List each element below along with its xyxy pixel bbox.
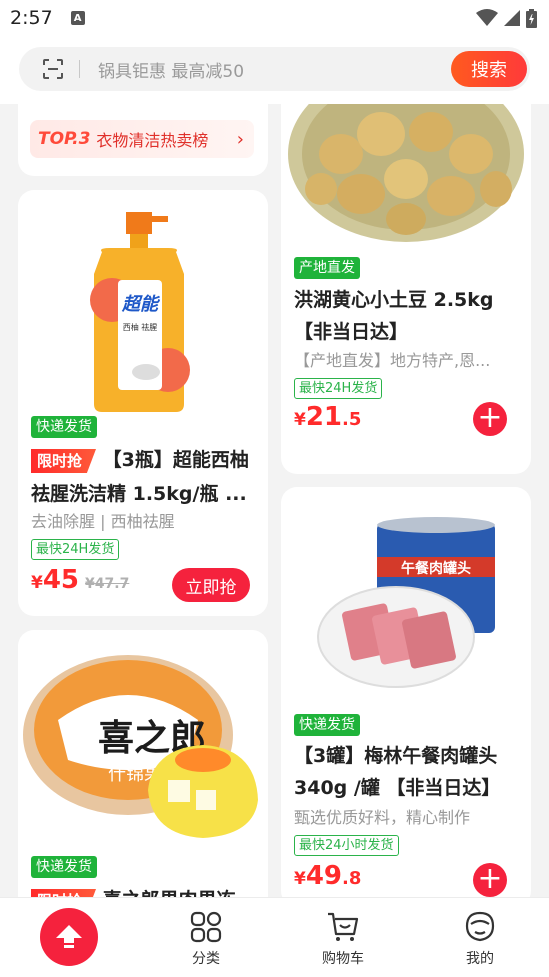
category-icon bbox=[190, 911, 222, 943]
price-currency: ¥ bbox=[294, 410, 306, 430]
product-card-dish-soap[interactable]: 超能 西柚 祛腥 快递发货 限时抢 【3瓶】超能西柚 祛腥洗洁精 1.5kg/瓶… bbox=[18, 190, 268, 616]
ranking-card[interactable]: TOP.3 衣物清洁热卖榜 › bbox=[18, 104, 268, 176]
package-text: 西柚 祛腥 bbox=[123, 322, 158, 332]
search-input[interactable]: 锅具钜惠 最高减50 bbox=[98, 57, 451, 82]
bottom-nav: 分类 购物车 我的 bbox=[0, 897, 549, 977]
ranking-label: 衣物清洁热卖榜 bbox=[96, 131, 209, 150]
product-title-partial: 喜之郎果肉果冻 bbox=[103, 889, 236, 897]
product-price: ¥45 ¥47.7 bbox=[31, 565, 129, 595]
battery-icon bbox=[526, 8, 537, 28]
chevron-right-icon: › bbox=[236, 128, 244, 150]
search-area: 锅具钜惠 最高减50 搜索 bbox=[0, 36, 549, 104]
product-title-line1: 【3瓶】超能西柚 bbox=[102, 449, 249, 471]
product-subtitle: 去油除腥 | 西柚祛腥 bbox=[31, 512, 175, 531]
product-image-jelly: 喜之郎 什锦果肉 bbox=[23, 655, 258, 838]
wifi-icon bbox=[476, 9, 498, 26]
shipping-tag: 最快24小时发货 bbox=[294, 835, 399, 856]
signal-icon bbox=[504, 10, 520, 26]
product-image-dish-soap: 超能 西柚 祛腥 bbox=[90, 212, 190, 412]
product-price: ¥49.8 bbox=[294, 861, 361, 891]
ranking-badge: TOP.3 bbox=[38, 129, 91, 149]
shipping-tag: 最快24H发货 bbox=[31, 539, 120, 560]
price-currency: ¥ bbox=[294, 869, 306, 889]
product-card-potatoes[interactable]: 产地直发 洪湖黄心小土豆 2.5kg 【非当日达】 【产地直发】地方特产,恩..… bbox=[281, 104, 531, 474]
product-price: ¥21.5 bbox=[294, 402, 361, 432]
nav-item-cart[interactable]: 购物车 bbox=[313, 910, 373, 968]
back-to-top-button[interactable] bbox=[40, 908, 98, 966]
product-title-line2: 340g /罐 【非当日达】 bbox=[294, 777, 501, 799]
product-subtitle: 【产地直发】地方特产,恩... bbox=[294, 351, 491, 370]
original-price: ¥47.7 bbox=[85, 576, 130, 592]
status-time: 2:57 bbox=[10, 7, 53, 29]
flash-sale-tag: 限时抢 bbox=[31, 449, 97, 473]
nav-label-cart: 购物车 bbox=[322, 951, 364, 967]
product-image-luncheon-meat: 午餐肉罐头 bbox=[317, 517, 495, 688]
product-card-jelly[interactable]: 喜之郎 什锦果肉 快递发货 限时抢 喜之郎果肉果冻 bbox=[18, 630, 268, 897]
nav-item-category[interactable]: 分类 bbox=[176, 910, 236, 968]
delivery-tag: 快递发货 bbox=[294, 714, 360, 736]
price-currency: ¥ bbox=[31, 573, 43, 593]
delivery-tag: 快递发货 bbox=[31, 416, 97, 438]
nav-item-profile[interactable]: 我的 bbox=[450, 910, 510, 968]
package-brand: 超能 bbox=[121, 294, 161, 315]
ranking-banner[interactable]: TOP.3 衣物清洁热卖榜 › bbox=[30, 120, 254, 158]
arrow-up-icon bbox=[56, 925, 82, 948]
price-decimal: .5 bbox=[342, 409, 362, 430]
scan-icon[interactable] bbox=[41, 57, 65, 81]
origin-tag: 产地直发 bbox=[294, 257, 360, 279]
product-title-line2: 祛腥洗洁精 1.5kg/瓶 ... bbox=[31, 483, 247, 505]
flash-sale-tag: 限时抢 bbox=[31, 889, 97, 897]
cart-icon bbox=[328, 912, 359, 941]
price-value: 21 bbox=[305, 402, 343, 432]
product-feed[interactable]: TOP.3 衣物清洁热卖榜 › 超能 西柚 祛腥 快递发货 限时抢 【3瓶】超能… bbox=[0, 104, 549, 897]
status-icons bbox=[476, 8, 537, 28]
price-decimal: .8 bbox=[342, 868, 362, 889]
package-text: 午餐肉罐头 bbox=[401, 560, 471, 577]
product-subtitle: 甄选优质好料，精心制作 bbox=[294, 808, 471, 827]
product-card-luncheon-meat[interactable]: 午餐肉罐头 快递发货 【3罐】梅林午餐肉罐头 340g /罐 【非当日达】 甄选… bbox=[281, 487, 531, 897]
product-title-line1: 洪湖黄心小土豆 2.5kg bbox=[294, 289, 494, 311]
product-title-line1: 【3罐】梅林午餐肉罐头 bbox=[294, 745, 498, 767]
status-bar: 2:57 A bbox=[0, 0, 549, 36]
shipping-tag: 最快24H发货 bbox=[294, 378, 383, 399]
price-value: 49 bbox=[305, 861, 343, 891]
price-value: 45 bbox=[42, 565, 80, 595]
buy-now-button[interactable]: 立即抢 bbox=[172, 568, 250, 602]
search-button[interactable]: 搜索 bbox=[451, 51, 527, 87]
profile-icon bbox=[465, 911, 495, 942]
add-to-cart-button[interactable]: + bbox=[473, 402, 507, 436]
delivery-tag: 快递发货 bbox=[31, 856, 97, 878]
notification-icon: A bbox=[70, 11, 85, 25]
product-image-potatoes bbox=[288, 104, 524, 242]
product-title-line2: 【非当日达】 bbox=[294, 321, 409, 343]
search-divider bbox=[79, 60, 80, 78]
nav-label-profile: 我的 bbox=[466, 951, 494, 967]
screen: 2:57 A 锅具钜惠 最高减50 搜索 TOP.3 衣物清洁热卖榜 › 超能 … bbox=[0, 0, 549, 977]
nav-label-category: 分类 bbox=[192, 951, 220, 967]
search-box[interactable]: 锅具钜惠 最高减50 搜索 bbox=[19, 47, 530, 91]
add-to-cart-button[interactable]: + bbox=[473, 863, 507, 897]
